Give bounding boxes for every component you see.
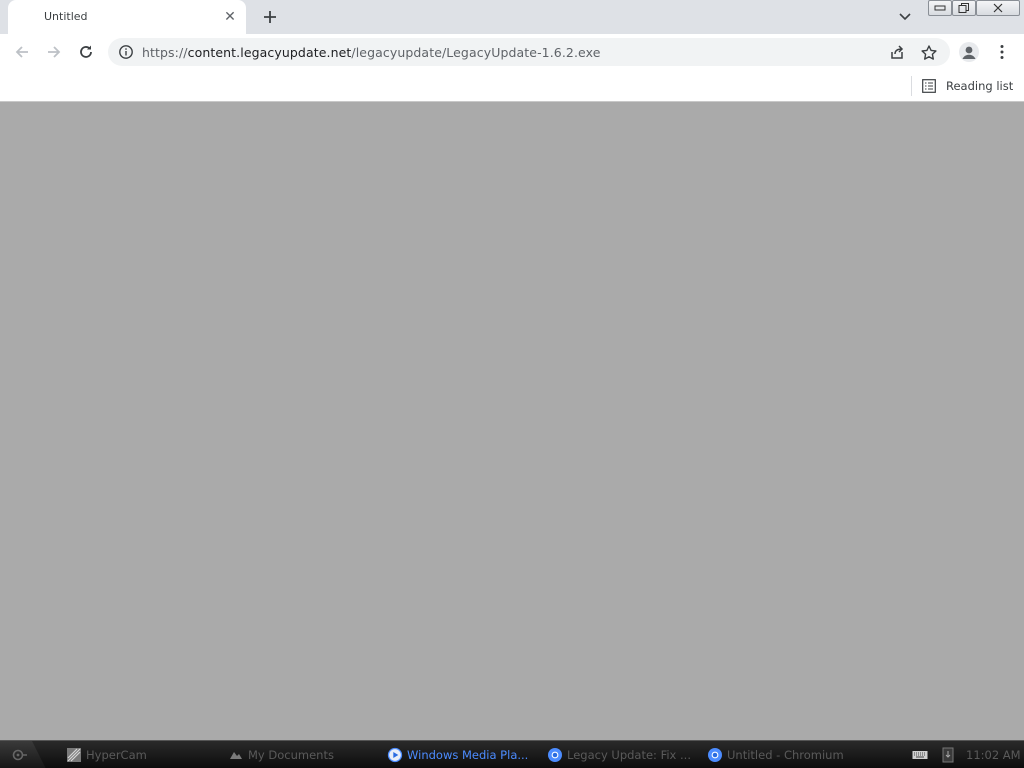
chromium-icon [708,748,722,762]
reload-icon [80,45,92,58]
reading-list-button[interactable]: Reading list [918,74,1020,98]
restore-icon [958,3,969,13]
taskbar-item-my-documents[interactable]: My Documents [226,744,376,766]
url-path: /legacyupdate/LegacyUpdate-1.6.2.exe [351,45,601,60]
start-button[interactable] [0,741,46,768]
media-player-icon [387,747,403,763]
arrow-left-icon [15,46,28,58]
star-icon [921,45,937,60]
tab-untitled[interactable]: Untitled ✕ [8,0,246,34]
minimize-icon [934,5,946,11]
chevron-down-icon [899,13,911,21]
menu-button[interactable] [990,40,1014,64]
url-host: content.legacyupdate.net [187,45,352,60]
taskbar-item-label: My Documents [248,748,334,762]
close-icon [993,3,1003,13]
taskbar-item-label: Legacy Update: Fix ... [567,748,691,762]
chromium-icon [548,748,562,762]
safely-remove-hardware-icon[interactable] [942,747,954,763]
reading-list-label: Reading list [946,79,1014,93]
tab-title: Untitled [44,10,88,23]
taskbar-item-legacy-update[interactable]: Legacy Update: Fix ... [545,744,695,766]
profile-button[interactable] [957,40,981,64]
hypercam-icon [67,748,81,762]
url-scheme: https:// [142,45,188,60]
taskbar-item-label: Windows Media Pla... [407,748,529,762]
tab-search-button[interactable] [894,5,916,27]
back-button[interactable] [10,40,34,64]
share-icon [891,45,904,59]
forward-button[interactable] [42,40,66,64]
tab-close-icon[interactable]: ✕ [222,9,238,25]
plus-icon [264,11,276,23]
tab-strip: Untitled ✕ [0,0,1024,34]
close-window-button[interactable] [976,0,1020,16]
bookmarks-separator [911,76,912,96]
keyboard-icon[interactable] [912,749,928,761]
restore-button[interactable] [952,0,976,16]
taskbar: HyperCam My Documents Windows Media Pla.… [0,740,1024,768]
info-icon[interactable] [118,44,134,60]
bookmarks-bar: Reading list [0,70,1024,102]
reading-list-icon [922,79,936,93]
bookmark-star-button[interactable] [918,42,940,64]
taskbar-item-windows-media-player[interactable]: Windows Media Pla... [385,744,535,766]
taskbar-item-hypercam[interactable]: HyperCam [64,744,214,766]
taskbar-clock[interactable]: 11:02 AM [966,748,1021,762]
taskbar-item-label: Untitled - Chromium [727,748,844,762]
url-text[interactable]: https://content.legacyupdate.net/legacyu… [142,45,601,60]
person-icon [962,46,976,59]
address-bar[interactable]: https://content.legacyupdate.net/legacyu… [108,38,950,66]
more-vert-icon [1000,45,1004,59]
taskbar-item-label: HyperCam [86,748,147,762]
taskbar-item-chromium[interactable]: Untitled - Chromium [705,744,855,766]
share-button[interactable] [886,42,908,64]
browser-toolbar: https://content.legacyupdate.net/legacyu… [0,34,1024,70]
minimize-button[interactable] [928,0,952,16]
reload-button[interactable] [74,40,98,64]
arrow-right-icon [48,46,61,58]
page-content[interactable] [0,103,1024,740]
start-orb-icon [12,749,27,761]
new-tab-button[interactable] [258,5,282,29]
folder-icon [230,752,242,759]
avatar [959,42,979,62]
